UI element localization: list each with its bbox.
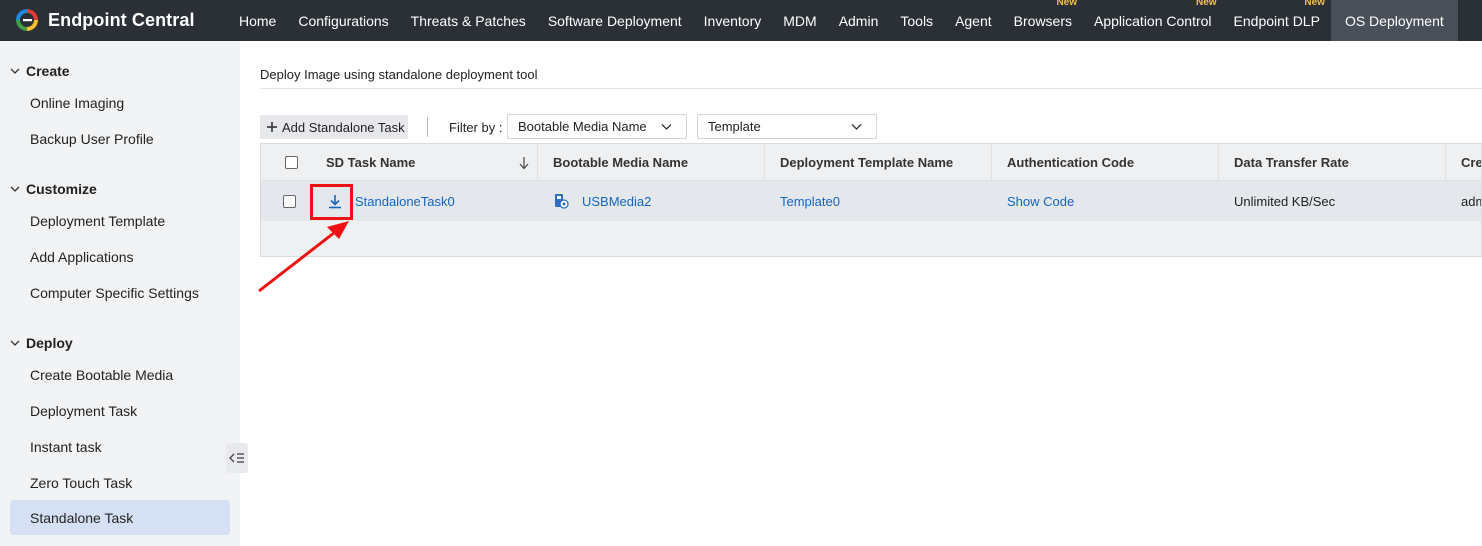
sidebar-item-standalone-task[interactable]: Standalone Task (10, 500, 230, 535)
template-name-link[interactable]: Template0 (780, 194, 840, 209)
brand-name: Endpoint Central (48, 9, 195, 30)
new-badge: New (1056, 0, 1078, 8)
column-header-bootable-media-name[interactable]: Bootable Media Name (538, 144, 765, 181)
table-header: SD Task Name Bootable Media Name Deploym… (261, 144, 1481, 181)
nav-item-agent[interactable]: Agent (944, 0, 1003, 41)
nav-item-label: Admin (838, 12, 879, 29)
auth-code-cell: Show Code (992, 181, 1219, 221)
standalone-task-table: SD Task Name Bootable Media Name Deploym… (260, 143, 1482, 257)
page-title: Deploy Image using standalone deployment… (260, 67, 538, 82)
nav-item-os-deployment[interactable]: OS Deployment (1330, 0, 1458, 41)
nav-item-application-control[interactable]: Application Control New (1083, 0, 1223, 41)
collapse-menu-icon (229, 453, 244, 463)
nav-item-label: Home (239, 12, 277, 29)
annotation-arrow (258, 221, 349, 293)
top-navigation-bar: Endpoint Central Home Configurations Threa… (0, 0, 1482, 41)
sidebar-item-deployment-template[interactable]: Deployment Template (10, 203, 230, 238)
chevron-down-icon (661, 124, 672, 130)
nav-item-browsers[interactable]: Browsers New (1003, 0, 1083, 41)
table-row: StandaloneTask0 USBMedia2 Template0 Show… (261, 181, 1481, 221)
sidebar-section-create[interactable]: Create (10, 63, 70, 79)
nav-item-configurations[interactable]: Configurations (287, 0, 399, 41)
chevron-down-icon (10, 68, 20, 74)
column-header-data-transfer-rate[interactable]: Data Transfer Rate (1219, 144, 1446, 181)
nav-item-label: Agent (955, 12, 992, 29)
sidebar-section-customize[interactable]: Customize (10, 181, 97, 197)
task-name-link[interactable]: StandaloneTask0 (355, 194, 455, 209)
nav-item-label: Software Deployment (547, 12, 682, 29)
column-header-authentication-code[interactable]: Authentication Code (992, 144, 1219, 181)
nav-item-endpoint-dlp[interactable]: Endpoint DLP New (1223, 0, 1331, 41)
nav-item-label: MDM (783, 12, 817, 29)
row-checkbox[interactable] (283, 194, 296, 208)
nav-item-tools[interactable]: Tools (889, 0, 944, 41)
plus-icon (267, 122, 277, 132)
transfer-rate-cell: Unlimited KB/Sec (1234, 193, 1336, 209)
sidebar-section-deploy[interactable]: Deploy (10, 335, 73, 351)
add-standalone-task-button[interactable]: Add Standalone Task (260, 115, 408, 139)
nav-item-threats-patches[interactable]: Threats & Patches (400, 0, 537, 41)
sidebar-item-instant-task[interactable]: Instant task (10, 429, 230, 464)
column-header-sd-task-name[interactable]: SD Task Name (311, 144, 538, 181)
media-name-cell: USBMedia2 (538, 181, 765, 221)
sidebar-item-computer-specific-settings[interactable]: Computer Specific Settings (10, 275, 230, 310)
select-all-cell (261, 144, 311, 181)
media-name-link[interactable]: USBMedia2 (582, 194, 651, 209)
nav-item-label: OS Deployment (1344, 12, 1444, 29)
sidebar-item-backup-user-profile[interactable]: Backup User Profile (10, 121, 230, 156)
sidebar-item-online-imaging[interactable]: Online Imaging (10, 85, 230, 120)
template-filter-select[interactable]: Template (697, 114, 877, 139)
select-all-checkbox[interactable] (285, 156, 298, 169)
divider (427, 117, 428, 137)
chevron-down-icon (10, 186, 20, 192)
sidebar-collapse-button[interactable] (226, 443, 248, 473)
sidebar-item-add-applications[interactable]: Add Applications (10, 239, 230, 274)
new-badge: New (1195, 0, 1217, 8)
template-name-cell: Template0 (765, 181, 992, 221)
sort-descending-icon[interactable] (519, 156, 529, 170)
nav-item-home[interactable]: Home (228, 0, 287, 41)
sidebar: Create Online Imaging Backup User Profil… (0, 41, 248, 546)
nav-item-label: Configurations (298, 12, 389, 29)
nav-item-label: Tools (900, 12, 934, 29)
chevron-down-icon (851, 124, 862, 130)
nav-item-admin[interactable]: Admin (828, 0, 890, 41)
sidebar-item-zero-touch-task[interactable]: Zero Touch Task (10, 465, 230, 500)
column-header-created-by[interactable]: Cre (1446, 144, 1481, 181)
column-header-deployment-template-name[interactable]: Deployment Template Name (765, 144, 992, 181)
usb-media-icon (555, 194, 569, 209)
endpoint-central-logo-icon (16, 9, 38, 31)
created-by-cell: adm (1461, 193, 1481, 209)
new-badge: New (1304, 0, 1325, 8)
nav-item-software-deployment[interactable]: Software Deployment (537, 0, 693, 41)
nav-item-label: Endpoint DLP (1233, 12, 1320, 29)
bootable-media-filter-select[interactable]: Bootable Media Name (507, 114, 687, 139)
nav-item-label: Application Control (1094, 12, 1212, 29)
filter-label: Filter by : (449, 120, 503, 135)
brand[interactable]: Endpoint Central (14, 6, 195, 34)
nav-item-label: Inventory (703, 12, 762, 29)
show-code-link[interactable]: Show Code (1007, 194, 1074, 209)
divider (260, 88, 1482, 89)
nav-item-label: Threats & Patches (410, 12, 526, 29)
main-nav: Home Configurations Threats & Patches Softw… (228, 0, 1458, 41)
sidebar-item-deployment-task[interactable]: Deployment Task (10, 393, 230, 428)
sidebar-item-create-bootable-media[interactable]: Create Bootable Media (10, 357, 230, 392)
nav-item-inventory[interactable]: Inventory (693, 0, 773, 41)
nav-item-mdm[interactable]: MDM (772, 0, 827, 41)
chevron-down-icon (10, 340, 20, 346)
nav-item-label: Browsers (1013, 12, 1073, 29)
